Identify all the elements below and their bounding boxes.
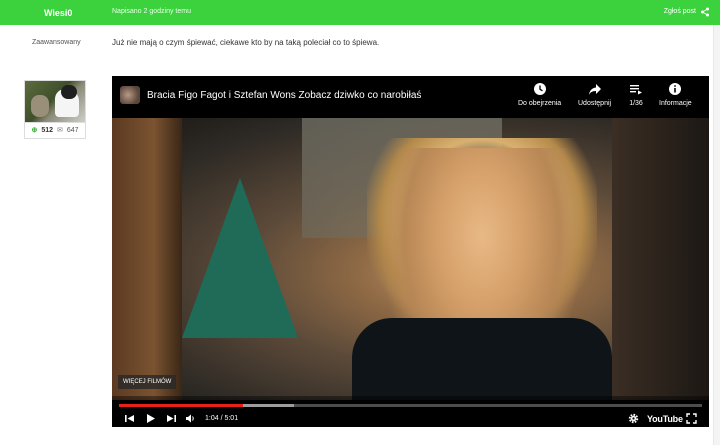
user-rank: Zaawansowany — [32, 39, 81, 46]
video-frame[interactable] — [112, 118, 709, 400]
post-timestamp: Napisano 2 godziny temu — [112, 8, 191, 15]
user-sidebar: Zaawansowany ⊕ 512 ✉ 647 — [0, 25, 112, 445]
reputation-count: 512 — [41, 126, 53, 134]
video-frame-detail — [112, 118, 182, 400]
player-controls: 1:04 / 5:01 YouTube — [112, 396, 709, 427]
video-frame-detail — [352, 318, 612, 400]
play-icon[interactable] — [145, 413, 156, 424]
more-videos-button[interactable]: WIĘCEJ FILMÓW — [118, 375, 177, 389]
fullscreen-icon[interactable] — [686, 413, 697, 424]
author-name[interactable]: Wiesi0 — [44, 8, 72, 18]
share-icon[interactable] — [700, 7, 710, 17]
avatar[interactable] — [24, 80, 86, 123]
user-stats: ⊕ 512 ✉ 647 — [24, 122, 86, 139]
avatar-dog-shape — [31, 95, 49, 117]
youtube-embed[interactable]: Bracia Figo Fagot i Sztefan Wons Zobacz … — [112, 76, 709, 427]
playlist-button[interactable]: 1/36 — [629, 82, 643, 107]
post-header: Wiesi0 Napisano 2 godziny temu Zgłoś pos… — [0, 0, 720, 25]
previous-icon[interactable] — [124, 413, 135, 424]
next-icon[interactable] — [166, 413, 177, 424]
progress-bar[interactable] — [119, 404, 702, 407]
watch-later-button[interactable]: Do obejrzenia — [518, 82, 561, 107]
video-title[interactable]: Bracia Figo Fagot i Sztefan Wons Zobacz … — [147, 90, 421, 101]
share-button[interactable]: Udostępnij — [578, 82, 611, 107]
time-display: 1:04 / 5:01 — [205, 415, 239, 422]
post-body: Już nie mają o czym śpiewać, ciekawe kto… — [112, 38, 380, 47]
avatar-dog-shape — [61, 85, 77, 99]
plus-icon: ⊕ — [31, 127, 38, 134]
youtube-logo[interactable]: YouTube — [647, 414, 683, 424]
channel-avatar[interactable] — [120, 86, 140, 104]
info-label: Informacje — [659, 100, 692, 107]
playlist-position: 1/36 — [629, 100, 643, 107]
watch-later-label: Do obejrzenia — [518, 100, 562, 107]
posts-count: 647 — [66, 126, 79, 134]
info-icon — [669, 83, 682, 95]
video-title-bar: Bracia Figo Fagot i Sztefan Wons Zobacz … — [112, 76, 709, 118]
volume-icon[interactable] — [185, 413, 196, 424]
progress-played — [119, 404, 243, 407]
info-button[interactable]: Informacje — [659, 82, 692, 107]
report-post-link[interactable]: Zgłoś post — [664, 8, 696, 15]
clock-icon — [533, 83, 546, 95]
posts-icon: ✉ — [57, 127, 63, 134]
settings-gear-icon[interactable] — [628, 413, 639, 424]
video-frame-detail — [182, 178, 298, 338]
playlist-icon — [630, 85, 642, 95]
page-scrollbar[interactable] — [713, 25, 720, 445]
post-content: Już nie mają o czym śpiewać, ciekawe kto… — [112, 25, 720, 445]
share-arrow-icon — [588, 84, 601, 95]
video-frame-detail — [612, 118, 709, 400]
share-label: Udostępnij — [578, 100, 612, 107]
